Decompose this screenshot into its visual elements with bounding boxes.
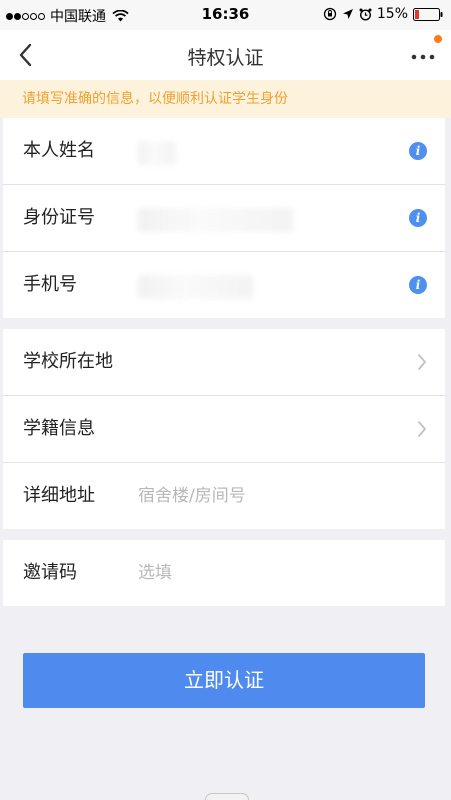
home-indicator (205, 793, 249, 800)
id-number-row[interactable]: 身份证号 i (3, 185, 445, 252)
name-value-redacted (138, 141, 176, 165)
info-icon[interactable]: i (409, 276, 427, 294)
enrollment-info-row[interactable]: 学籍信息 (3, 396, 445, 463)
notification-badge (434, 35, 442, 43)
info-icon[interactable]: i (409, 142, 427, 160)
verify-now-button[interactable]: 立即认证 (23, 653, 425, 708)
more-icon[interactable] (409, 42, 437, 68)
phone-label: 手机号 (23, 274, 77, 295)
status-bar: 中国联通 16:36 15% (0, 0, 451, 30)
id-number-label: 身份证号 (23, 207, 95, 228)
personal-info-card: 本人姓名 i 身份证号 i 手机号 i (3, 118, 445, 318)
navigation-bar: 特权认证 (0, 30, 451, 80)
rotation-lock-icon (323, 7, 337, 21)
phone-row[interactable]: 手机号 i (3, 252, 445, 318)
battery-icon (413, 7, 443, 21)
chevron-right-icon (418, 421, 426, 437)
alarm-clock-icon (359, 8, 372, 21)
invite-code-label: 邀请码 (23, 562, 77, 583)
invite-code-row[interactable]: 邀请码 选填 (3, 540, 445, 606)
chevron-right-icon (418, 354, 426, 370)
page-title: 特权认证 (187, 47, 264, 69)
phone-screen: 中国联通 16:36 15% 特权认证 请填写准确的信息，以便顺利认证学生身份 … (0, 0, 451, 800)
name-label: 本人姓名 (23, 140, 95, 161)
name-row[interactable]: 本人姓名 i (3, 118, 445, 185)
invite-code-field[interactable]: 选填 (138, 540, 172, 606)
address-field[interactable]: 宿舍楼/房间号 (138, 463, 246, 529)
phone-value-redacted (138, 275, 253, 299)
battery-percent: 15% (376, 6, 408, 22)
school-location-row[interactable]: 学校所在地 (3, 329, 445, 396)
invite-code-card: 邀请码 选填 (3, 540, 445, 606)
location-arrow-icon (342, 9, 353, 19)
info-icon[interactable]: i (409, 209, 427, 227)
school-info-card: 学校所在地 学籍信息 详细地址 宿舍楼/房间号 (3, 329, 445, 529)
address-label: 详细地址 (23, 485, 95, 506)
address-row[interactable]: 详细地址 宿舍楼/房间号 (3, 463, 445, 529)
school-location-label: 学校所在地 (23, 351, 113, 372)
id-number-value-redacted (138, 208, 293, 232)
notice-banner: 请填写准确的信息，以便顺利认证学生身份 (0, 80, 451, 118)
enrollment-info-label: 学籍信息 (23, 418, 95, 439)
status-right: 15% (318, 6, 443, 22)
